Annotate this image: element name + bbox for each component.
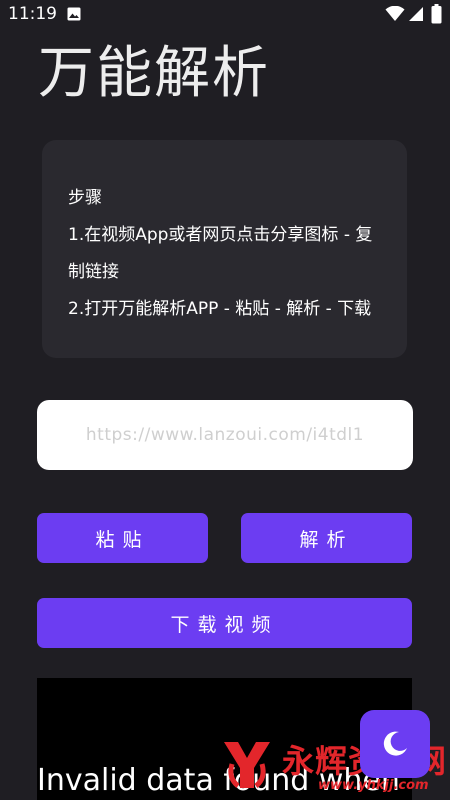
battery-icon — [431, 4, 442, 24]
paste-button[interactable]: 粘贴 — [37, 513, 208, 563]
app-screen: 11:19 万能解析 步骤 1.在视频App或者网页点击分享图标 - 复制链接 … — [0, 0, 450, 800]
parse-button-label: 解析 — [299, 528, 354, 551]
url-input[interactable] — [37, 400, 413, 470]
page-title: 万能解析 — [38, 41, 270, 106]
theme-toggle-button[interactable] — [360, 710, 430, 778]
steps-card: 步骤 1.在视频App或者网页点击分享图标 - 复制链接 2.打开万能解析APP… — [42, 140, 407, 358]
url-input-container — [37, 400, 413, 470]
status-time: 11:19 — [8, 4, 57, 24]
signal-icon — [409, 7, 423, 21]
gallery-icon — [67, 7, 81, 21]
moon-icon — [383, 731, 407, 756]
parse-button[interactable]: 解析 — [241, 513, 412, 563]
steps-text: 步骤 1.在视频App或者网页点击分享图标 - 复制链接 2.打开万能解析APP… — [68, 180, 388, 328]
status-bar: 11:19 — [0, 0, 450, 32]
watermark-url: www.yhkjj.com — [318, 778, 429, 793]
steps-heading: 步骤 — [68, 188, 102, 208]
step-2-text: 2.打开万能解析APP - 粘贴 - 解析 - 下载 — [68, 299, 372, 319]
watermark-logo-icon — [224, 742, 270, 788]
paste-button-label: 粘贴 — [95, 528, 150, 551]
download-video-button[interactable]: 下载视频 — [37, 598, 412, 648]
download-video-button-label: 下载视频 — [170, 613, 279, 636]
step-1-text: 1.在视频App或者网页点击分享图标 - 复制链接 — [68, 225, 373, 282]
wifi-icon — [385, 6, 405, 21]
